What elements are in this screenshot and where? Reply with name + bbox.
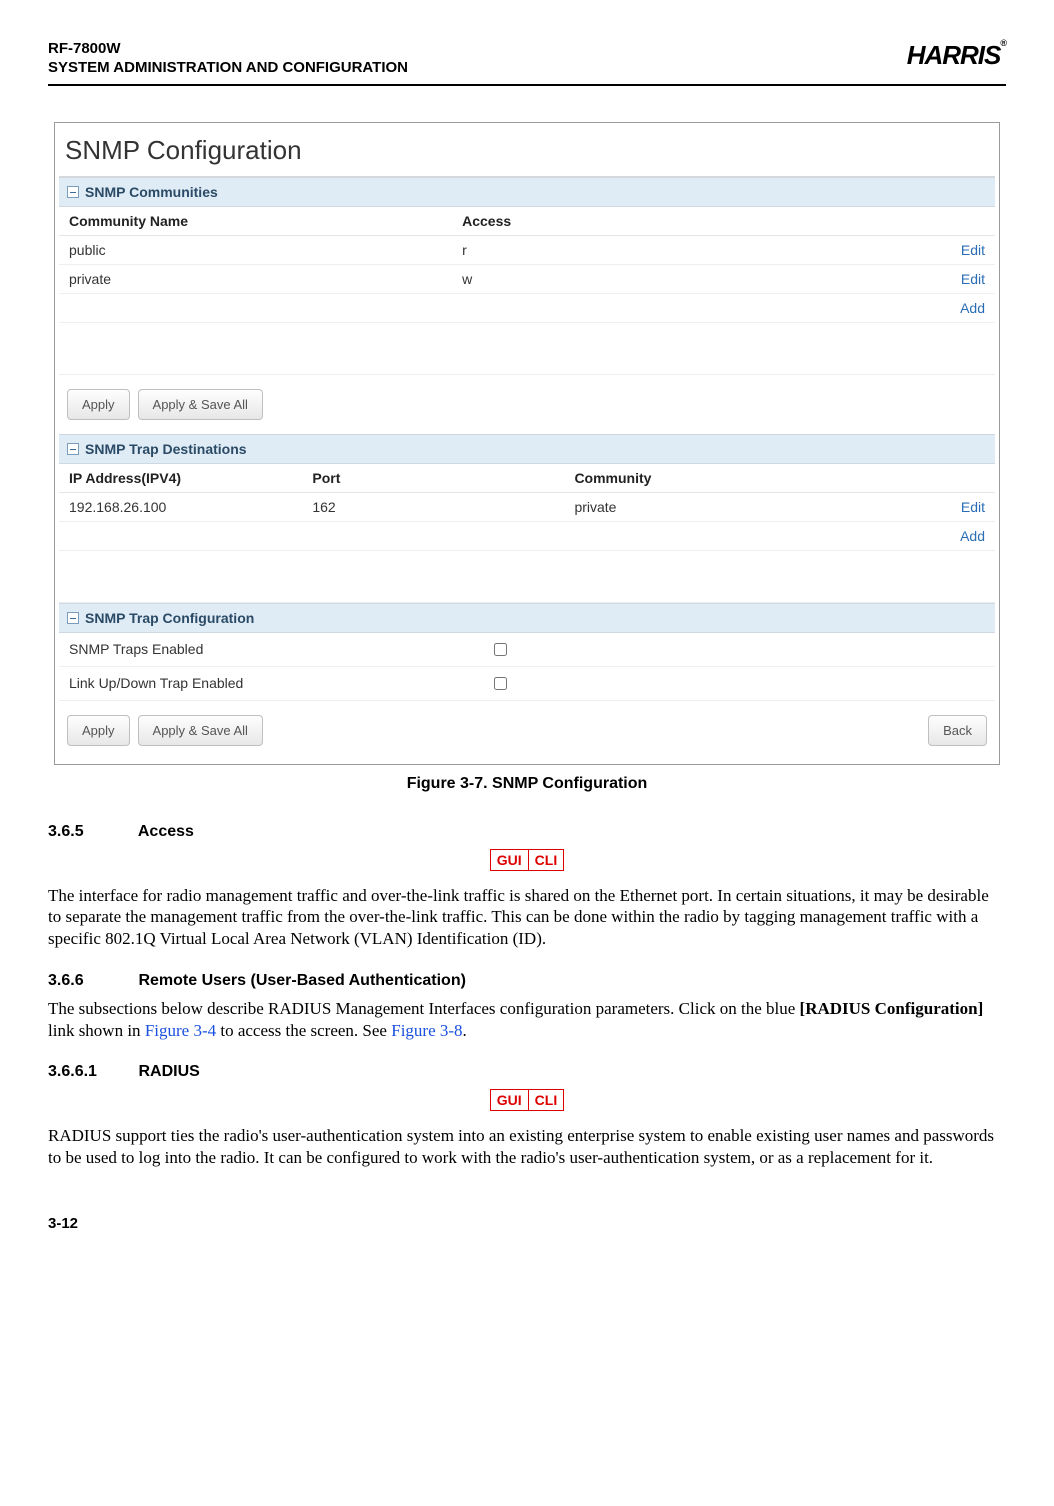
collapse-icon[interactable] [67,443,79,455]
screenshot-title: SNMP Configuration [59,127,995,177]
col-ip: IP Address(IPV4) [59,464,302,493]
col-community-name: Community Name [59,207,452,236]
snmp-traps-enabled-label: SNMP Traps Enabled [69,641,490,657]
collapse-icon[interactable] [67,612,79,624]
community-cell: private [564,492,826,521]
ip-cell: 192.168.26.100 [59,492,302,521]
header-left: RF-7800W SYSTEM ADMINISTRATION AND CONFI… [48,40,408,78]
doc-subtitle: SYSTEM ADMINISTRATION AND CONFIGURATION [48,59,408,78]
gui-cli-badge: GUI CLI [48,849,1006,871]
figure-3-4-link[interactable]: Figure 3-4 [145,1021,216,1040]
section-3-6-5-heading: 3.6.5 Access [48,823,1006,841]
table-row: public r Edit [59,235,995,264]
collapse-icon[interactable] [67,186,79,198]
section-3-6-6-1-heading: 3.6.6.1 RADIUS [48,1063,1006,1081]
link-updown-trap-checkbox[interactable] [494,677,507,690]
section-number: 3.6.6 [48,972,134,990]
paragraph-access: The interface for radio management traff… [48,885,1006,950]
figure-caption: Figure 3-7. SNMP Configuration [48,775,1006,793]
snmp-trap-config-label: SNMP Trap Configuration [85,610,254,626]
access-cell: w [452,264,826,293]
snmp-communities-table: Community Name Access public r Edit priv… [59,207,995,375]
registered-mark: ® [1000,38,1006,48]
col-access: Access [452,207,826,236]
snmp-traps-enabled-checkbox[interactable] [494,643,507,656]
table-row: Add [59,521,995,550]
cli-badge: CLI [529,850,564,870]
gui-badge: GUI [491,850,529,870]
paragraph-radius: RADIUS support ties the radio's user-aut… [48,1125,1006,1169]
apply-save-all-button[interactable]: Apply & Save All [138,389,263,420]
snmp-trap-config-header[interactable]: SNMP Trap Configuration [59,603,995,633]
table-row: Add [59,293,995,322]
snmp-communities-header[interactable]: SNMP Communities [59,177,995,207]
link-updown-trap-label: Link Up/Down Trap Enabled [69,675,490,691]
apply-save-all-button[interactable]: Apply & Save All [138,715,263,746]
snmp-trap-dest-label: SNMP Trap Destinations [85,441,247,457]
table-row: private w Edit [59,264,995,293]
gui-cli-badge: GUI CLI [48,1089,1006,1111]
config-row: SNMP Traps Enabled [59,633,995,667]
snmp-trap-dest-table: IP Address(IPV4) Port Community 192.168.… [59,464,995,603]
paragraph-remote-users: The subsections below describe RADIUS Ma… [48,998,1006,1042]
add-link[interactable]: Add [960,528,985,544]
edit-link[interactable]: Edit [961,499,985,515]
figure-3-8-link[interactable]: Figure 3-8 [391,1021,462,1040]
section-number: 3.6.5 [48,823,134,841]
section-title: Access [138,823,194,840]
col-port: Port [302,464,564,493]
button-row-bottom: Apply Apply & Save All Back [59,701,995,760]
cli-badge: CLI [529,1090,564,1110]
col-community: Community [564,464,826,493]
section-number: 3.6.6.1 [48,1063,134,1081]
edit-link[interactable]: Edit [961,242,985,258]
apply-button[interactable]: Apply [67,389,130,420]
community-name-cell: public [59,235,452,264]
brand-text: HARRIS [907,40,1001,70]
page-number: 3-12 [48,1215,1006,1232]
gui-badge: GUI [491,1090,529,1110]
section-title: Remote Users (User-Based Authentication) [138,972,465,989]
access-cell: r [452,235,826,264]
snmp-trap-dest-header[interactable]: SNMP Trap Destinations [59,434,995,464]
snmp-config-screenshot: SNMP Configuration SNMP Communities Comm… [54,122,1000,765]
model-number: RF-7800W [48,40,408,59]
snmp-communities-label: SNMP Communities [85,184,218,200]
port-cell: 162 [302,492,564,521]
section-title: RADIUS [138,1063,199,1080]
button-row: Apply Apply & Save All [59,375,995,434]
radius-config-link-label: [RADIUS Configuration] [800,999,984,1018]
brand-logo: HARRIS® [907,40,1006,71]
add-link[interactable]: Add [960,300,985,316]
table-row: 192.168.26.100 162 private Edit [59,492,995,521]
section-3-6-6-heading: 3.6.6 Remote Users (User-Based Authentic… [48,972,1006,990]
back-button[interactable]: Back [928,715,987,746]
config-row: Link Up/Down Trap Enabled [59,667,995,701]
apply-button[interactable]: Apply [67,715,130,746]
edit-link[interactable]: Edit [961,271,985,287]
page-header: RF-7800W SYSTEM ADMINISTRATION AND CONFI… [48,40,1006,86]
community-name-cell: private [59,264,452,293]
